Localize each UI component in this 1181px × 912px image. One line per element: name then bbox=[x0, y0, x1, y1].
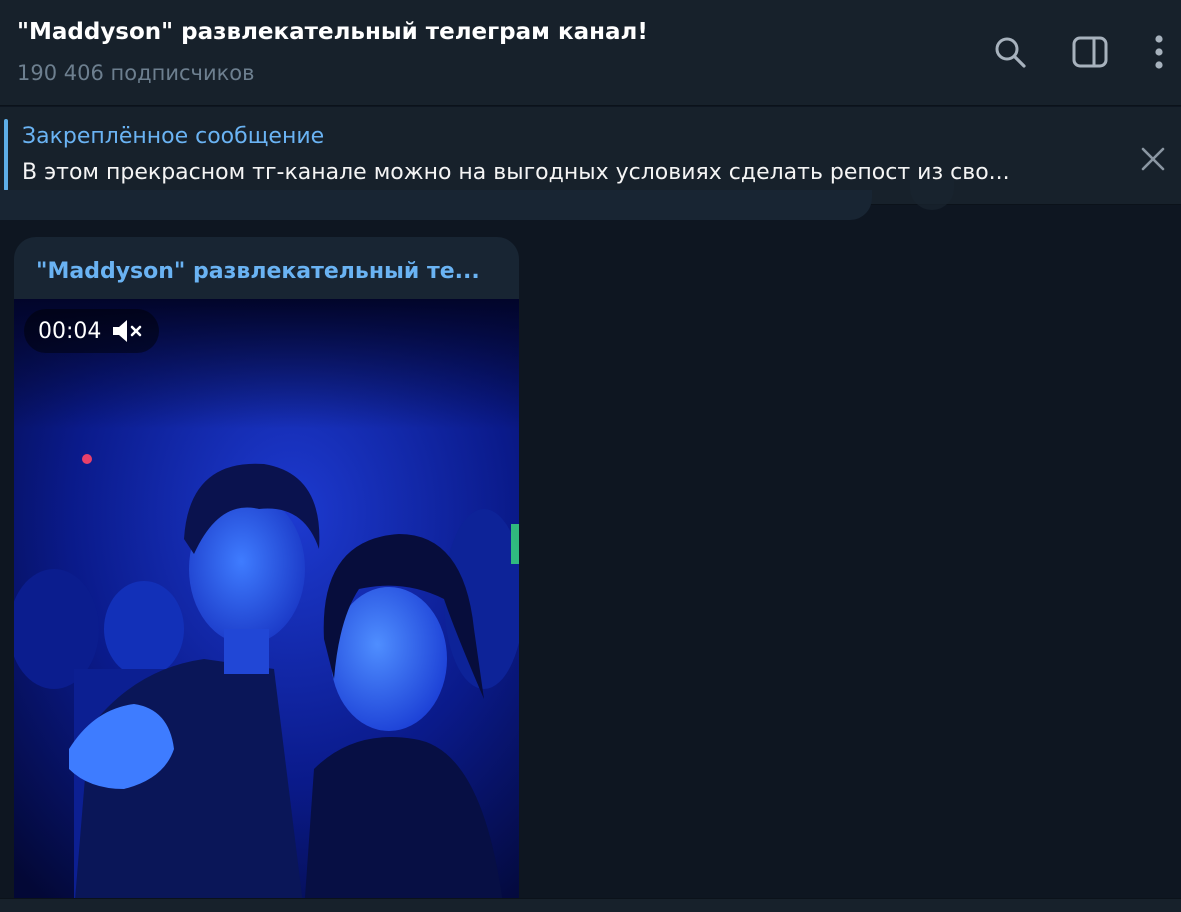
message-bubble[interactable]: "Maddyson" развлекательный те... 00:04 bbox=[14, 237, 519, 912]
video-timer-badge[interactable]: 00:04 bbox=[24, 309, 160, 353]
search-icon bbox=[995, 37, 1026, 68]
more-vert-icon bbox=[1155, 35, 1163, 69]
subscriber-count: 190 406 подписчиков bbox=[17, 61, 255, 85]
composer-bar-edge bbox=[0, 898, 1181, 912]
more-options-button[interactable] bbox=[1137, 30, 1181, 74]
video-frame bbox=[14, 299, 519, 912]
video-duration: 00:04 bbox=[38, 318, 102, 344]
pinned-accent-bar bbox=[4, 119, 8, 191]
video-player[interactable]: 00:04 bbox=[14, 299, 519, 912]
telegram-window: "Maddyson" развлекательный телеграм кана… bbox=[0, 0, 1181, 912]
sidebar-toggle-button[interactable] bbox=[1068, 30, 1112, 74]
previous-message-action-button[interactable] bbox=[910, 180, 954, 210]
pinned-title: Закреплённое сообщение bbox=[22, 124, 325, 149]
sidebar-toggle-icon bbox=[1072, 36, 1108, 68]
message-author[interactable]: "Maddyson" развлекательный те... bbox=[36, 259, 506, 284]
search-button[interactable] bbox=[988, 30, 1032, 74]
close-icon bbox=[1141, 147, 1165, 171]
pinned-close-button[interactable] bbox=[1131, 137, 1175, 181]
previous-message-bubble bbox=[0, 190, 872, 220]
chat-title[interactable]: "Maddyson" развлекательный телеграм кана… bbox=[17, 19, 648, 45]
volume-muted-icon[interactable] bbox=[111, 318, 143, 344]
chat-header[interactable]: "Maddyson" развлекательный телеграм кана… bbox=[0, 0, 1181, 106]
